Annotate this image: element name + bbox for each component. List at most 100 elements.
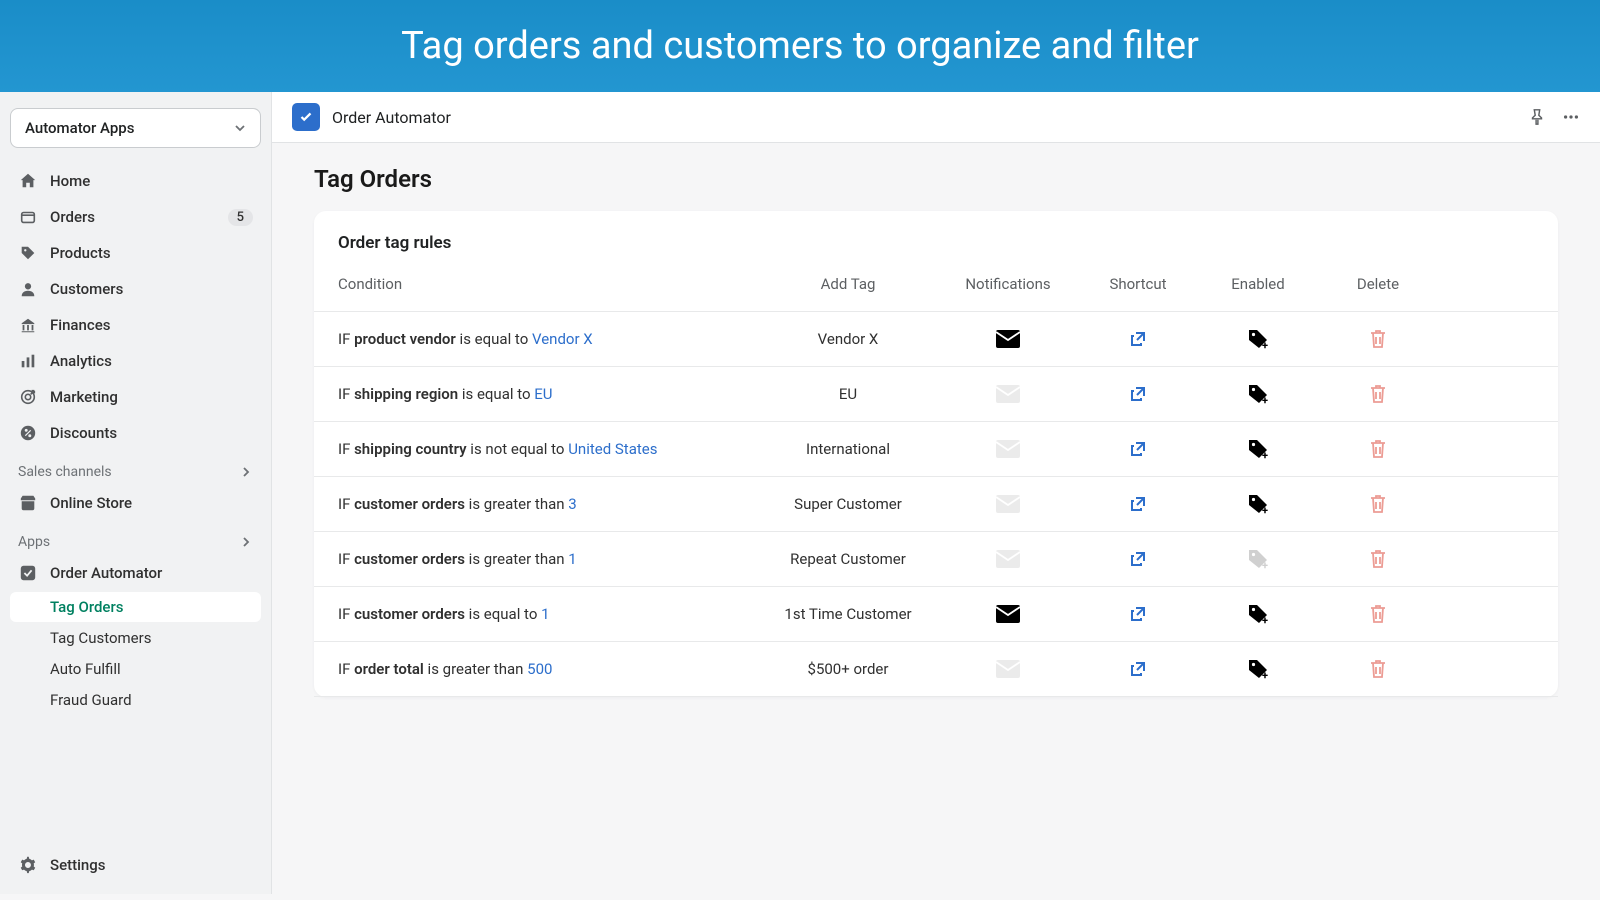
topbar: Order Automator (272, 92, 1600, 143)
shortcut-button[interactable] (1130, 386, 1146, 402)
shortcut-button[interactable] (1130, 441, 1146, 457)
enabled-toggle[interactable]: + (1247, 493, 1269, 515)
tag-cell: $500+ order (758, 660, 938, 678)
tag-cell: EU (758, 385, 938, 403)
sidebar-subitem[interactable]: Fraud Guard (10, 685, 261, 715)
store-icon (18, 493, 38, 513)
section-label: Sales channels (18, 464, 112, 480)
notification-toggle[interactable] (996, 440, 1020, 458)
table-row: IF shipping country is not equal to Unit… (314, 422, 1558, 477)
shortcut-button[interactable] (1130, 661, 1146, 677)
sidebar-item-label: Settings (50, 856, 106, 874)
sidebar-item-home[interactable]: Home (10, 164, 261, 198)
table-row: IF customer orders is greater than 1Repe… (314, 532, 1558, 587)
gear-icon (18, 855, 38, 875)
tag-cell: Repeat Customer (758, 550, 938, 568)
enabled-toggle[interactable]: + (1247, 548, 1269, 570)
main-content: Order Automator Tag Orders Order tag rul… (272, 92, 1600, 894)
condition-cell: IF customer orders is greater than 1 (338, 550, 758, 568)
notification-toggle[interactable] (996, 495, 1020, 513)
app-title: Order Automator (332, 108, 1528, 127)
sidebar-item-label: Home (50, 172, 90, 190)
sidebar-item-label: Orders (50, 208, 95, 226)
sidebar-item-discounts[interactable]: Discounts (10, 416, 261, 450)
col-condition: Condition (338, 275, 758, 293)
sidebar-item-label: Order Automator (50, 564, 162, 582)
svg-text:+: + (1262, 504, 1268, 515)
customers-icon (18, 279, 38, 299)
notification-toggle[interactable] (996, 385, 1020, 403)
svg-text:+: + (1262, 449, 1268, 460)
chevron-right-icon (239, 465, 253, 479)
sidebar-item-orders[interactable]: Orders 5 (10, 200, 261, 234)
table-row: IF shipping region is equal to EUEU+ (314, 367, 1558, 422)
shortcut-button[interactable] (1130, 606, 1146, 622)
badge: 5 (228, 209, 253, 226)
shortcut-button[interactable] (1130, 331, 1146, 347)
sidebar-item-label: Analytics (50, 352, 112, 370)
svg-text:+: + (1262, 614, 1268, 625)
sidebar-subitem[interactable]: Auto Fulfill (10, 654, 261, 684)
tag-cell: Super Customer (758, 495, 938, 513)
sidebar-item-order-automator[interactable]: Order Automator (10, 556, 261, 590)
delete-button[interactable] (1368, 438, 1388, 460)
orders-icon (18, 207, 38, 227)
delete-button[interactable] (1368, 328, 1388, 350)
sidebar-item-finances[interactable]: Finances (10, 308, 261, 342)
sidebar-item-label: Online Store (50, 494, 132, 512)
sidebar-item-customers[interactable]: Customers (10, 272, 261, 306)
store-selector-label: Automator Apps (25, 119, 134, 137)
table-header: Condition Add Tag Notifications Shortcut… (314, 275, 1558, 312)
col-notifications: Notifications (938, 275, 1078, 293)
sidebar-item-analytics[interactable]: Analytics (10, 344, 261, 378)
sidebar-item-label: Marketing (50, 388, 118, 406)
notification-toggle[interactable] (996, 550, 1020, 568)
condition-cell: IF product vendor is equal to Vendor X (338, 330, 758, 348)
discounts-icon (18, 423, 38, 443)
col-delete: Delete (1318, 275, 1438, 293)
sidebar-item-label: Products (50, 244, 111, 262)
delete-button[interactable] (1368, 383, 1388, 405)
enabled-toggle[interactable]: + (1247, 438, 1269, 460)
sidebar-item-online-store[interactable]: Online Store (10, 486, 261, 520)
delete-button[interactable] (1368, 658, 1388, 680)
sidebar-item-products[interactable]: Products (10, 236, 261, 270)
enabled-toggle[interactable]: + (1247, 603, 1269, 625)
apps-header[interactable]: Apps (10, 522, 261, 556)
sidebar-item-settings[interactable]: Settings (10, 848, 261, 882)
condition-cell: IF shipping country is not equal to Unit… (338, 440, 758, 458)
shortcut-button[interactable] (1130, 496, 1146, 512)
condition-cell: IF customer orders is equal to 1 (338, 605, 758, 623)
pin-icon[interactable] (1528, 108, 1546, 126)
sales-channels-header[interactable]: Sales channels (10, 452, 261, 486)
table-row: IF product vendor is equal to Vendor XVe… (314, 312, 1558, 367)
table-row: IF customer orders is greater than 3Supe… (314, 477, 1558, 532)
sidebar-item-marketing[interactable]: Marketing (10, 380, 261, 414)
enabled-toggle[interactable]: + (1247, 328, 1269, 350)
col-shortcut: Shortcut (1078, 275, 1198, 293)
notification-toggle[interactable] (996, 660, 1020, 678)
delete-button[interactable] (1368, 493, 1388, 515)
sidebar-subitem[interactable]: Tag Orders (10, 592, 261, 622)
delete-button[interactable] (1368, 603, 1388, 625)
col-tag: Add Tag (758, 275, 938, 293)
chevron-right-icon (239, 535, 253, 549)
card-title: Order tag rules (314, 233, 1558, 275)
enabled-toggle[interactable]: + (1247, 658, 1269, 680)
table-row: IF customer orders is equal to 11st Time… (314, 587, 1558, 642)
more-icon[interactable] (1562, 108, 1580, 126)
condition-cell: IF customer orders is greater than 3 (338, 495, 758, 513)
shortcut-button[interactable] (1130, 551, 1146, 567)
delete-button[interactable] (1368, 548, 1388, 570)
enabled-toggle[interactable]: + (1247, 383, 1269, 405)
notification-toggle[interactable] (996, 330, 1020, 348)
table-row: IF order total is greater than 500$500+ … (314, 642, 1558, 697)
notification-toggle[interactable] (996, 605, 1020, 623)
sidebar-subitem[interactable]: Tag Customers (10, 623, 261, 653)
marketing-icon (18, 387, 38, 407)
col-enabled: Enabled (1198, 275, 1318, 293)
sidebar: Automator Apps Home Orders 5 Products Custom… (0, 92, 272, 894)
svg-text:+: + (1262, 669, 1268, 680)
caret-down-icon (234, 122, 246, 134)
store-selector[interactable]: Automator Apps (10, 108, 261, 148)
